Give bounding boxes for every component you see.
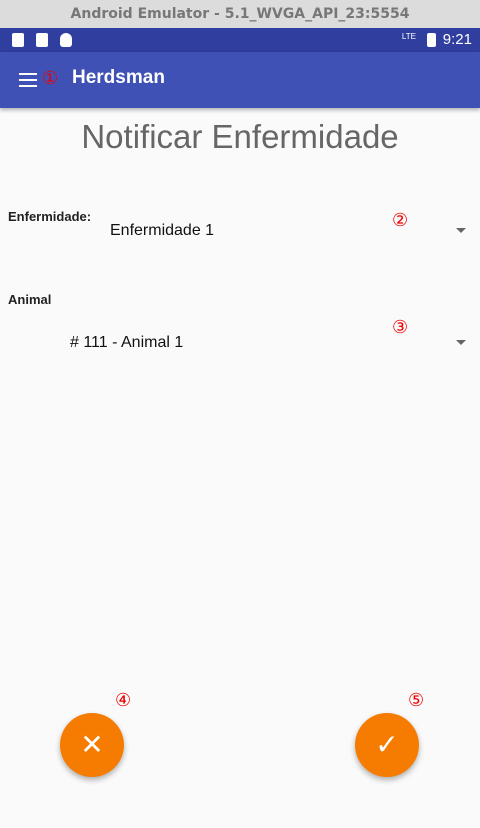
sd-card-icon (36, 33, 48, 47)
cancel-button[interactable]: ✕ (60, 713, 124, 777)
notification-icon (12, 33, 24, 47)
status-bar: LTE 9:21 (0, 28, 480, 52)
disease-value: Enfermidade 1 (110, 222, 215, 239)
app-title: Herdsman (72, 67, 165, 88)
marker-4: ④ (115, 690, 132, 710)
android-icon (60, 33, 72, 47)
check-icon: ✓ (375, 729, 399, 760)
disease-label: Enfermidade: (8, 209, 92, 224)
close-icon: ✕ (80, 729, 104, 760)
battery-icon (427, 33, 436, 47)
marker-2: ② (392, 210, 409, 230)
marker-1: ① (42, 68, 59, 88)
page-title: Notificar Enfermidade (81, 118, 399, 155)
animal-label: Animal (8, 292, 52, 307)
chevron-down-icon (456, 228, 466, 233)
marker-5: ⑤ (408, 690, 425, 710)
signal-icon: LTE (401, 32, 416, 41)
window-title: Android Emulator - 5.1_WVGA_API_23:5554 (0, 0, 480, 28)
animal-dropdown[interactable]: # 111 - Animal 1 ③ (0, 315, 480, 365)
chevron-down-icon (456, 340, 466, 345)
marker-3: ③ (392, 317, 409, 337)
confirm-button[interactable]: ✓ (355, 713, 419, 777)
menu-icon[interactable] (19, 73, 37, 87)
clock: 9:21 (442, 31, 472, 48)
disease-dropdown[interactable]: Enfermidade 1 ② (100, 205, 480, 255)
app-bar: ① Herdsman (0, 52, 480, 108)
animal-value: # 111 - Animal 1 (70, 334, 184, 351)
